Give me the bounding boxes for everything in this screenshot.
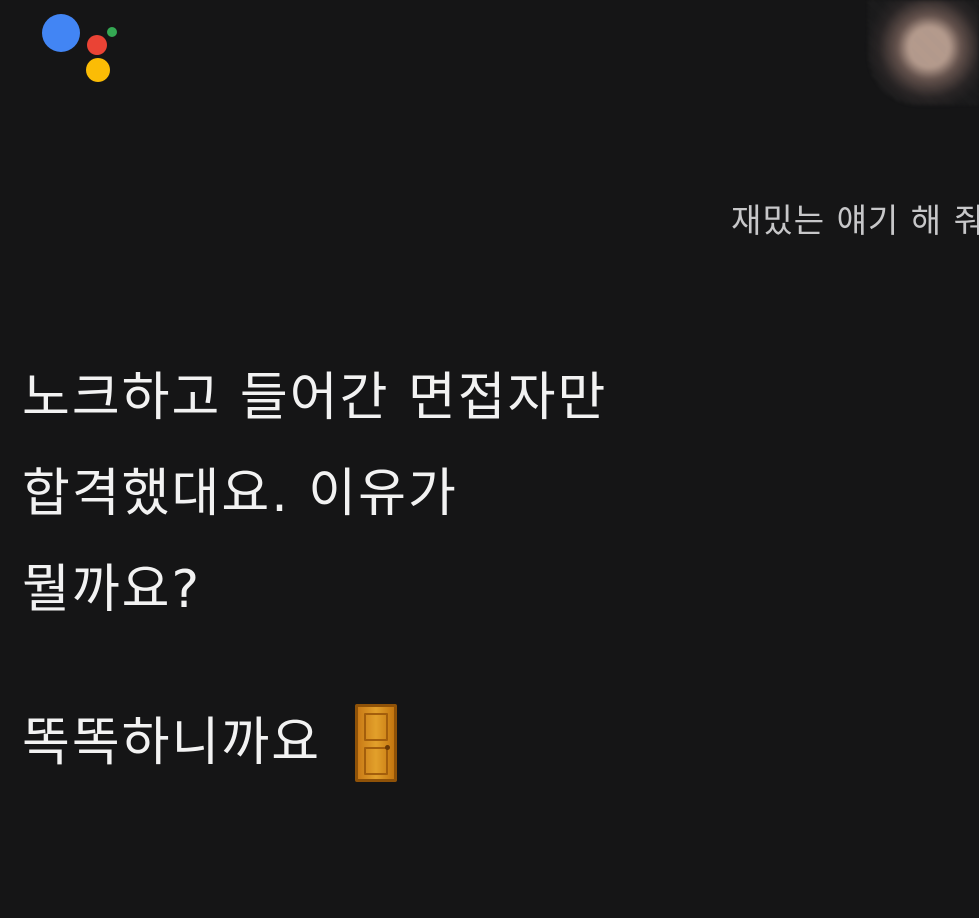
assistant-blue-dot [42,14,80,52]
response-line: 합격했대요. 이유가 [22,464,458,524]
door-icon [355,704,398,782]
assistant-red-dot [87,35,107,55]
punchline-text: 똑똑하니까요 [22,713,322,773]
assistant-green-dot [107,27,117,37]
user-avatar[interactable] [868,0,979,105]
user-query-text: 재밌는 얘기 해 줘 [731,201,979,240]
punchline: 똑똑하니까요 [22,698,398,788]
response-line: 뭘까요? [22,560,202,620]
assistant-yellow-dot [86,58,110,82]
assistant-response: 노크하고 들어간 면접자만 합격했대요. 이유가 뭘까요? [22,350,922,638]
google-assistant-logo [40,12,120,84]
response-line: 노크하고 들어간 면접자만 [22,368,608,428]
